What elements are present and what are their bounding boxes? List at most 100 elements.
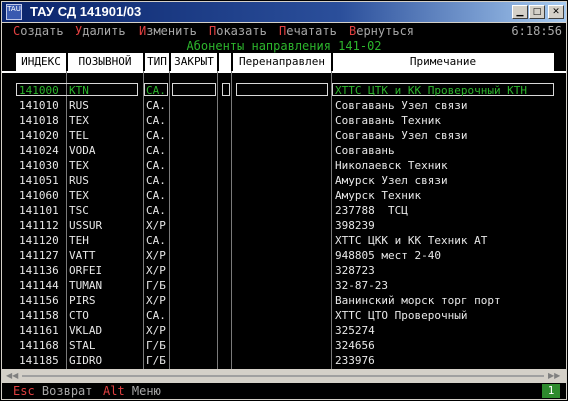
cell-note: 328723 [335,264,375,277]
header-underline [2,71,566,73]
cell-note: Ванинский морск торг порт [335,294,501,307]
cell-type: Х/Р [146,249,166,262]
cell-type: Г/Б [146,279,166,292]
cell-type: Х/Р [146,324,166,337]
header-separator [217,53,219,71]
minimize-button[interactable]: ▁ [512,5,528,19]
column-header-redirected[interactable]: Перенаправлен [232,53,332,71]
terminal-window: TAU ТАУ СД 141901/03 ▁ □ ✕ Создать Удали… [0,0,568,401]
cell-index: 141060 [19,189,59,202]
header-separator [331,53,333,71]
cell-note: 398239 [335,219,375,232]
cell-note: 324656 [335,339,375,352]
cell-type: СА. [146,204,166,217]
scroll-right-icon[interactable]: ▶▶ [548,371,560,381]
table-row[interactable]: 141051 RUS СА. Амурск Узел связи [2,173,566,188]
column-header-callsign[interactable]: ПОЗЫВНОЙ [66,53,144,71]
cell-type: Г/Б [146,339,166,352]
cell-index: 141168 [19,339,59,352]
table-row[interactable]: 141161 VKLAD Х/Р 325274 [2,323,566,338]
table-row[interactable]: 141144 TUMAN Г/Б 32-87-23 [2,278,566,293]
menu-delete[interactable]: Удалить [75,23,126,39]
menu-return[interactable]: Вернуться [349,23,414,39]
cell-index: 141020 [19,129,59,142]
cell-callsign: USSUR [69,219,103,232]
table-row[interactable]: 141018 TEX СА. Совгавань Техник [2,113,566,128]
table-heading: Абоненты направления 141-02 [186,39,382,53]
table-row[interactable]: 141024 VODA СА. Совгавань [2,143,566,158]
cell-type: СА. [146,189,166,202]
cell-callsign: TEH [69,234,89,247]
cell-index: 141112 [19,219,59,232]
table-row[interactable]: 141127 VATT Х/Р 948805 мест 2-40 [2,248,566,263]
cell-callsign: ORFEI [69,264,103,277]
table-row[interactable]: 141030 TEX СА. Николаевск Техник [2,158,566,173]
cell-callsign: TEX [69,114,89,127]
key-hint-escape[interactable]: Esc Возврат [13,383,93,399]
cell-callsign: TEX [69,189,89,202]
menu-bar: Создать Удалить Изменить Показать Печата… [2,23,566,39]
cell-index: 141136 [19,264,59,277]
scroll-track[interactable] [22,375,544,377]
table-row[interactable]: 141000 KTN СА. ХТТС ЦТК и КК Проверочный КТ… [2,83,566,98]
cell-note: ХТТС ЦКК и КК Техник АТ [335,234,488,247]
cell-callsign: RUS [69,99,89,112]
table-row[interactable]: 141101 TSC СА. 237788 ТСЦ [2,203,566,218]
table-row[interactable]: 141020 TEL СА. Совгавань Узел связи [2,128,566,143]
menu-print[interactable]: Печатать [279,23,337,39]
cell-callsign: GIDRO [69,354,103,367]
table-row[interactable]: 141185 GIDRO Г/Б 233976 [2,353,566,368]
cell-callsign: TSC [69,204,89,217]
table-row[interactable]: 141120 TEH СА. ХТТС ЦКК и КК Техник АТ [2,233,566,248]
cell-callsign: TEL [69,129,89,142]
cell-type: СА. [146,309,166,322]
cell-note: 32-87-23 [335,279,388,292]
cell-callsign: RUS [69,174,89,187]
table-row[interactable]: 141156 PIRS Х/Р Ванинский морск торг порт [2,293,566,308]
table-row[interactable]: 141168 STAL Г/Б 324656 [2,338,566,353]
table-row[interactable]: 141136 ORFEI Х/Р 328723 [2,263,566,278]
column-header-note[interactable]: Примечание [332,53,554,71]
cell-callsign: VODA [69,144,96,157]
cell-note: Совгавань Узел связи [335,99,468,112]
column-header-flag[interactable] [218,53,232,71]
cell-callsign: VKLAD [69,324,103,337]
cell-note: 233976 [335,354,375,367]
horizontal-scrollbar[interactable]: ◀◀ ▶▶ [2,369,566,383]
cell-note: 325274 [335,324,375,337]
cell-note: ХТТС ЦТО Проверочный [335,309,468,322]
cell-index: 141156 [19,294,59,307]
cell-type: Х/Р [146,219,166,232]
menu-edit[interactable]: Изменить [139,23,197,39]
column-header-closed[interactable]: ЗАКРЫТ [170,53,218,71]
cell-callsign: PIRS [69,294,96,307]
cell-type: СА. [146,159,166,172]
table-row[interactable]: 141158 CTO СА. ХТТС ЦТО Проверочный [2,308,566,323]
cell-index: 141144 [19,279,59,292]
title-bar[interactable]: TAU ТАУ СД 141901/03 ▁ □ ✕ [2,2,566,22]
cell-note: Совгавань [335,144,395,157]
menu-show[interactable]: Показать [209,23,267,39]
cell-callsign: VATT [69,249,96,262]
header-separator [169,53,171,71]
clock: 6:18:56 [511,24,562,38]
close-button[interactable]: ✕ [548,5,564,19]
table-row[interactable]: 141010 RUS СА. Совгавань Узел связи [2,98,566,113]
cell-callsign: TUMAN [69,279,103,292]
column-header-type[interactable]: ТИП [144,53,170,71]
cell-type: Х/Р [146,294,166,307]
cell-type: СА. [146,144,166,157]
key-hint-alt[interactable]: Alt Меню [103,383,161,399]
cell-note: Амурск Узел связи [335,174,448,187]
app-icon[interactable]: TAU [6,4,22,20]
cell-index: 141158 [19,309,59,322]
menu-create[interactable]: Создать [13,23,64,39]
header-separator [231,53,233,71]
scroll-left-icon[interactable]: ◀◀ [6,371,18,381]
table-row[interactable]: 141060 TEX СА. Амурск Техник [2,188,566,203]
cell-index: 141018 [19,114,59,127]
close-icon: ✕ [552,7,560,17]
table-row[interactable]: 141112 USSUR Х/Р 398239 [2,218,566,233]
column-header-index[interactable]: ИНДЕКС [16,53,66,71]
maximize-button[interactable]: □ [529,5,545,19]
